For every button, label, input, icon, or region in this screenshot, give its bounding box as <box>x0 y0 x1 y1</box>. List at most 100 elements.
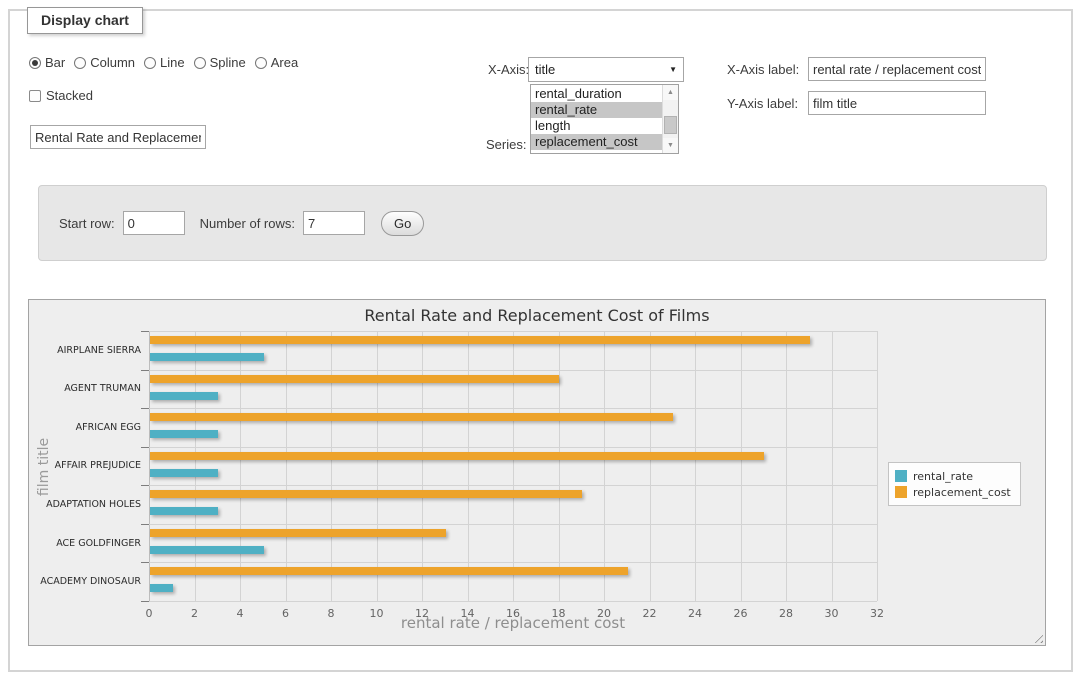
scrollbar-up-icon[interactable]: ▲ <box>663 85 678 100</box>
y-tick-mark <box>141 370 149 371</box>
series-option-rental_rate[interactable]: rental_rate <box>531 102 662 118</box>
bar-rental_rate <box>150 507 218 515</box>
stacked-label: Stacked <box>46 88 93 103</box>
legend-item-replacement_cost[interactable]: replacement_cost <box>895 484 1011 500</box>
rows-panel: Start row: Number of rows: Go <box>38 185 1047 261</box>
y-tick-mark <box>141 601 149 602</box>
y-tick-mark <box>141 524 149 525</box>
x-gridline <box>513 331 514 601</box>
series-listbox[interactable]: rental_durationrental_ratelengthreplacem… <box>530 84 679 154</box>
series-listbox-options: rental_durationrental_ratelengthreplacem… <box>531 86 662 153</box>
y-tick-mark <box>141 408 149 409</box>
x-gridline <box>240 331 241 601</box>
bar-rental_rate <box>150 430 218 438</box>
chart-legend: rental_ratereplacement_cost <box>888 462 1021 506</box>
radio-icon[interactable] <box>74 57 86 69</box>
start-row-input[interactable] <box>123 211 185 235</box>
display-chart-fieldset: Display chart BarColumnLineSplineArea St… <box>8 9 1073 672</box>
resize-handle-icon[interactable] <box>1031 631 1043 643</box>
x-axis-label-input[interactable] <box>808 57 986 81</box>
bar-replacement_cost <box>150 529 446 537</box>
category-label: ACADEMY DINOSAUR <box>29 562 141 601</box>
x-axis-select-label: X-Axis: <box>488 62 529 77</box>
x-gridline <box>695 331 696 601</box>
y-gridline <box>149 370 877 371</box>
x-gridline <box>877 331 878 601</box>
stacked-checkbox-row[interactable]: Stacked <box>29 88 93 103</box>
x-tick-label: 22 <box>630 607 670 620</box>
category-label: AFRICAN EGG <box>29 408 141 447</box>
chart-area: Rental Rate and Replacement Cost of Film… <box>28 299 1046 646</box>
chart-type-radio-spline[interactable]: Spline <box>194 55 246 70</box>
x-gridline <box>149 331 150 601</box>
chart-type-radios: Bar Column Line Spline Area <box>29 55 298 70</box>
radio-icon[interactable] <box>194 57 206 69</box>
legend-item-rental_rate[interactable]: rental_rate <box>895 468 1011 484</box>
bar-rental_rate <box>150 469 218 477</box>
legend-swatch-icon <box>895 470 907 482</box>
y-tick-mark <box>141 331 149 332</box>
stacked-checkbox-icon[interactable] <box>29 90 41 102</box>
y-gridline <box>149 447 877 448</box>
x-axis-select[interactable]: title ▼ <box>528 57 684 82</box>
x-gridline <box>286 331 287 601</box>
chart-type-radio-bar[interactable]: Bar <box>29 55 65 70</box>
bar-replacement_cost <box>150 452 764 460</box>
y-axis-label-label: Y-Axis label: <box>727 96 798 111</box>
series-option-length[interactable]: length <box>531 118 662 134</box>
series-option-replacement_cost[interactable]: replacement_cost <box>531 134 662 150</box>
x-tick-label: 32 <box>857 607 897 620</box>
series-scrollbar[interactable]: ▲ ▼ <box>662 85 678 153</box>
chart-type-label: Bar <box>45 55 65 70</box>
x-axis-selected-value: title <box>535 62 555 77</box>
bar-replacement_cost <box>150 567 628 575</box>
y-tick-mark <box>141 485 149 486</box>
radio-icon[interactable] <box>144 57 156 69</box>
bar-rental_rate <box>150 353 264 361</box>
num-rows-input[interactable] <box>303 211 365 235</box>
x-gridline <box>195 331 196 601</box>
y-gridline <box>149 524 877 525</box>
go-button[interactable]: Go <box>381 211 424 236</box>
chart-type-radio-area[interactable]: Area <box>255 55 298 70</box>
x-tick-label: 0 <box>129 607 169 620</box>
chart-type-label: Spline <box>210 55 246 70</box>
chart-type-radio-line[interactable]: Line <box>144 55 185 70</box>
radio-icon[interactable] <box>255 57 267 69</box>
x-gridline <box>468 331 469 601</box>
x-tick-label: 28 <box>766 607 806 620</box>
x-gridline <box>650 331 651 601</box>
y-gridline <box>149 485 877 486</box>
x-gridline <box>422 331 423 601</box>
series-option-rental_duration[interactable]: rental_duration <box>531 86 662 102</box>
chart-title: Rental Rate and Replacement Cost of Film… <box>29 306 1045 325</box>
y-gridline <box>149 408 877 409</box>
x-tick-label: 20 <box>584 607 624 620</box>
x-tick-label: 18 <box>539 607 579 620</box>
chart-title-input[interactable] <box>30 125 206 149</box>
num-rows-label: Number of rows: <box>200 216 295 231</box>
x-gridline <box>832 331 833 601</box>
x-tick-label: 12 <box>402 607 442 620</box>
x-tick-label: 6 <box>266 607 306 620</box>
y-axis-label-input[interactable] <box>808 91 986 115</box>
start-row-label: Start row: <box>59 216 115 231</box>
x-tick-label: 30 <box>812 607 852 620</box>
x-tick-label: 8 <box>311 607 351 620</box>
y-gridline <box>149 562 877 563</box>
chart-type-radio-column[interactable]: Column <box>74 55 135 70</box>
category-label: AIRPLANE SIERRA <box>29 331 141 370</box>
x-tick-label: 26 <box>721 607 761 620</box>
bar-replacement_cost <box>150 490 582 498</box>
bar-replacement_cost <box>150 375 559 383</box>
scrollbar-down-icon[interactable]: ▼ <box>663 138 678 153</box>
radio-icon[interactable] <box>29 57 41 69</box>
chart-type-label: Column <box>90 55 135 70</box>
x-tick-label: 16 <box>493 607 533 620</box>
y-gridline <box>149 331 877 332</box>
x-axis-label-label: X-Axis label: <box>727 62 799 77</box>
y-gridline <box>149 601 877 602</box>
scrollbar-thumb[interactable] <box>664 116 677 134</box>
x-gridline <box>559 331 560 601</box>
x-tick-label: 24 <box>675 607 715 620</box>
